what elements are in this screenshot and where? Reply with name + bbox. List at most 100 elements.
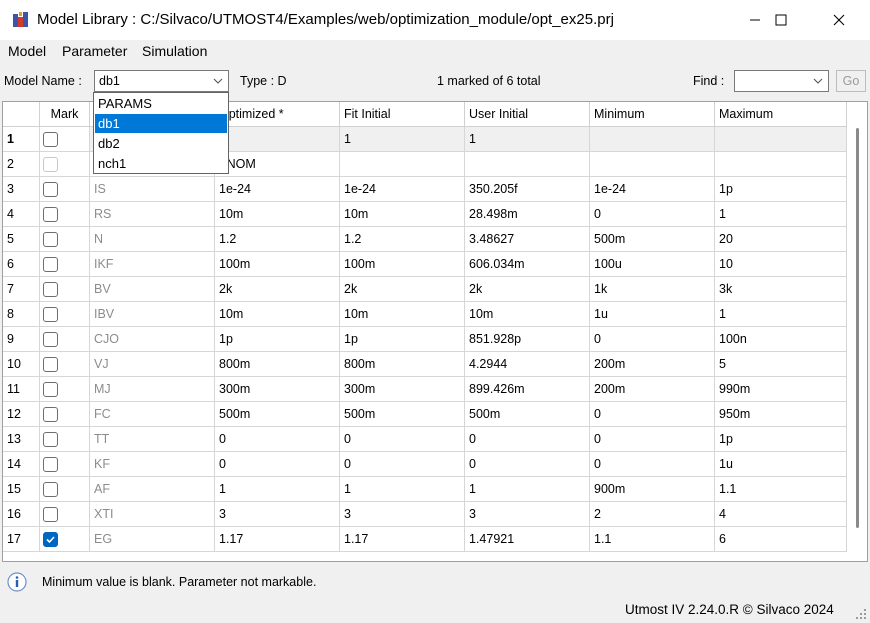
cell-user-initial[interactable]: 10m [465,302,590,327]
cell-optimized[interactable]: 2k [215,277,340,302]
mark-checkbox[interactable] [43,457,58,472]
cell-name[interactable]: IS [90,177,215,202]
cell-user-initial[interactable]: 1 [465,477,590,502]
cell-maximum[interactable]: 10 [715,252,847,277]
cell-optimized[interactable]: 500m [215,402,340,427]
mark-checkbox[interactable] [43,382,58,397]
column-header-optimized[interactable]: Optimized * [215,102,340,127]
dropdown-option-params[interactable]: PARAMS [95,94,227,113]
cell-minimum[interactable]: 0 [590,452,715,477]
mark-checkbox[interactable] [43,407,58,422]
cell-maximum[interactable]: 100n [715,327,847,352]
cell-fit-initial[interactable]: 0 [340,452,465,477]
cell-optimized[interactable]: 300m [215,377,340,402]
close-button[interactable] [816,0,862,40]
cell-user-initial[interactable]: 28.498m [465,202,590,227]
cell-maximum[interactable]: 20 [715,227,847,252]
menu-simulation[interactable]: Simulation [142,43,207,59]
cell-user-initial[interactable]: 2k [465,277,590,302]
mark-checkbox[interactable] [43,257,58,272]
cell-user-initial[interactable]: 606.034m [465,252,590,277]
cell-optimized[interactable]: 1.17 [215,527,340,552]
cell-name[interactable]: KF [90,452,215,477]
cell-maximum[interactable]: 4 [715,502,847,527]
mark-checkbox[interactable] [43,207,58,222]
cell-name[interactable]: FC [90,402,215,427]
cell-fit-initial[interactable] [340,152,465,177]
cell-fit-initial[interactable]: 800m [340,352,465,377]
mark-cell[interactable] [40,252,90,277]
menu-model[interactable]: Model [8,43,46,59]
mark-cell[interactable] [40,402,90,427]
mark-checkbox[interactable] [43,507,58,522]
cell-fit-initial[interactable]: 1 [340,477,465,502]
cell-maximum[interactable]: 1.1 [715,477,847,502]
cell-user-initial[interactable]: 0 [465,452,590,477]
cell-minimum[interactable] [590,127,715,152]
cell-maximum[interactable]: 6 [715,527,847,552]
cell-minimum[interactable]: 200m [590,352,715,377]
cell-user-initial[interactable]: 1.47921 [465,527,590,552]
cell-optimized[interactable]: 3 [215,502,340,527]
cell-name[interactable]: N [90,227,215,252]
mark-checkbox[interactable] [43,132,58,147]
cell-optimized[interactable]: 10m [215,302,340,327]
cell-maximum[interactable] [715,152,847,177]
vertical-scrollbar[interactable] [849,102,867,561]
cell-maximum[interactable]: 1p [715,427,847,452]
mark-checkbox[interactable] [43,232,58,247]
cell-maximum[interactable]: 5 [715,352,847,377]
mark-checkbox[interactable] [43,307,58,322]
mark-cell[interactable] [40,202,90,227]
cell-fit-initial[interactable]: 10m [340,202,465,227]
cell-name[interactable]: XTI [90,502,215,527]
cell-fit-initial[interactable]: 1p [340,327,465,352]
cell-minimum[interactable]: 1.1 [590,527,715,552]
cell-optimized[interactable]: TNOM [215,152,340,177]
cell-minimum[interactable]: 100u [590,252,715,277]
cell-user-initial[interactable]: 0 [465,427,590,452]
cell-optimized[interactable]: 800m [215,352,340,377]
mark-cell[interactable] [40,477,90,502]
cell-maximum[interactable]: 3k [715,277,847,302]
cell-fit-initial[interactable]: 100m [340,252,465,277]
cell-user-initial[interactable]: 899.426m [465,377,590,402]
cell-optimized[interactable] [215,127,340,152]
cell-name[interactable]: BV [90,277,215,302]
dropdown-option-db2[interactable]: db2 [95,134,227,153]
cell-maximum[interactable]: 1 [715,302,847,327]
cell-maximum[interactable]: 990m [715,377,847,402]
scrollbar-thumb[interactable] [856,128,859,528]
cell-minimum[interactable]: 0 [590,402,715,427]
cell-fit-initial[interactable]: 10m [340,302,465,327]
cell-optimized[interactable]: 1 [215,477,340,502]
go-button[interactable]: Go [836,70,866,92]
mark-cell[interactable] [40,152,90,177]
mark-cell[interactable] [40,327,90,352]
mark-cell[interactable] [40,302,90,327]
mark-cell[interactable] [40,277,90,302]
mark-checkbox[interactable] [43,432,58,447]
cell-user-initial[interactable]: 851.928p [465,327,590,352]
cell-name[interactable]: AF [90,477,215,502]
cell-user-initial[interactable]: 350.205f [465,177,590,202]
mark-cell[interactable] [40,427,90,452]
column-header-fit-initial[interactable]: Fit Initial [340,102,465,127]
column-header-user-initial[interactable]: User Initial [465,102,590,127]
column-header-mark[interactable]: Mark [40,102,90,127]
mark-checkbox[interactable] [43,182,58,197]
cell-minimum[interactable] [590,152,715,177]
cell-name[interactable]: TT [90,427,215,452]
mark-cell[interactable] [40,352,90,377]
cell-minimum[interactable]: 0 [590,202,715,227]
cell-minimum[interactable]: 900m [590,477,715,502]
cell-user-initial[interactable]: 500m [465,402,590,427]
cell-minimum[interactable]: 1u [590,302,715,327]
cell-fit-initial[interactable]: 500m [340,402,465,427]
cell-minimum[interactable]: 2 [590,502,715,527]
cell-minimum[interactable]: 1k [590,277,715,302]
cell-name[interactable]: EG [90,527,215,552]
cell-name[interactable]: IKF [90,252,215,277]
cell-minimum[interactable]: 1e-24 [590,177,715,202]
cell-minimum[interactable]: 500m [590,227,715,252]
